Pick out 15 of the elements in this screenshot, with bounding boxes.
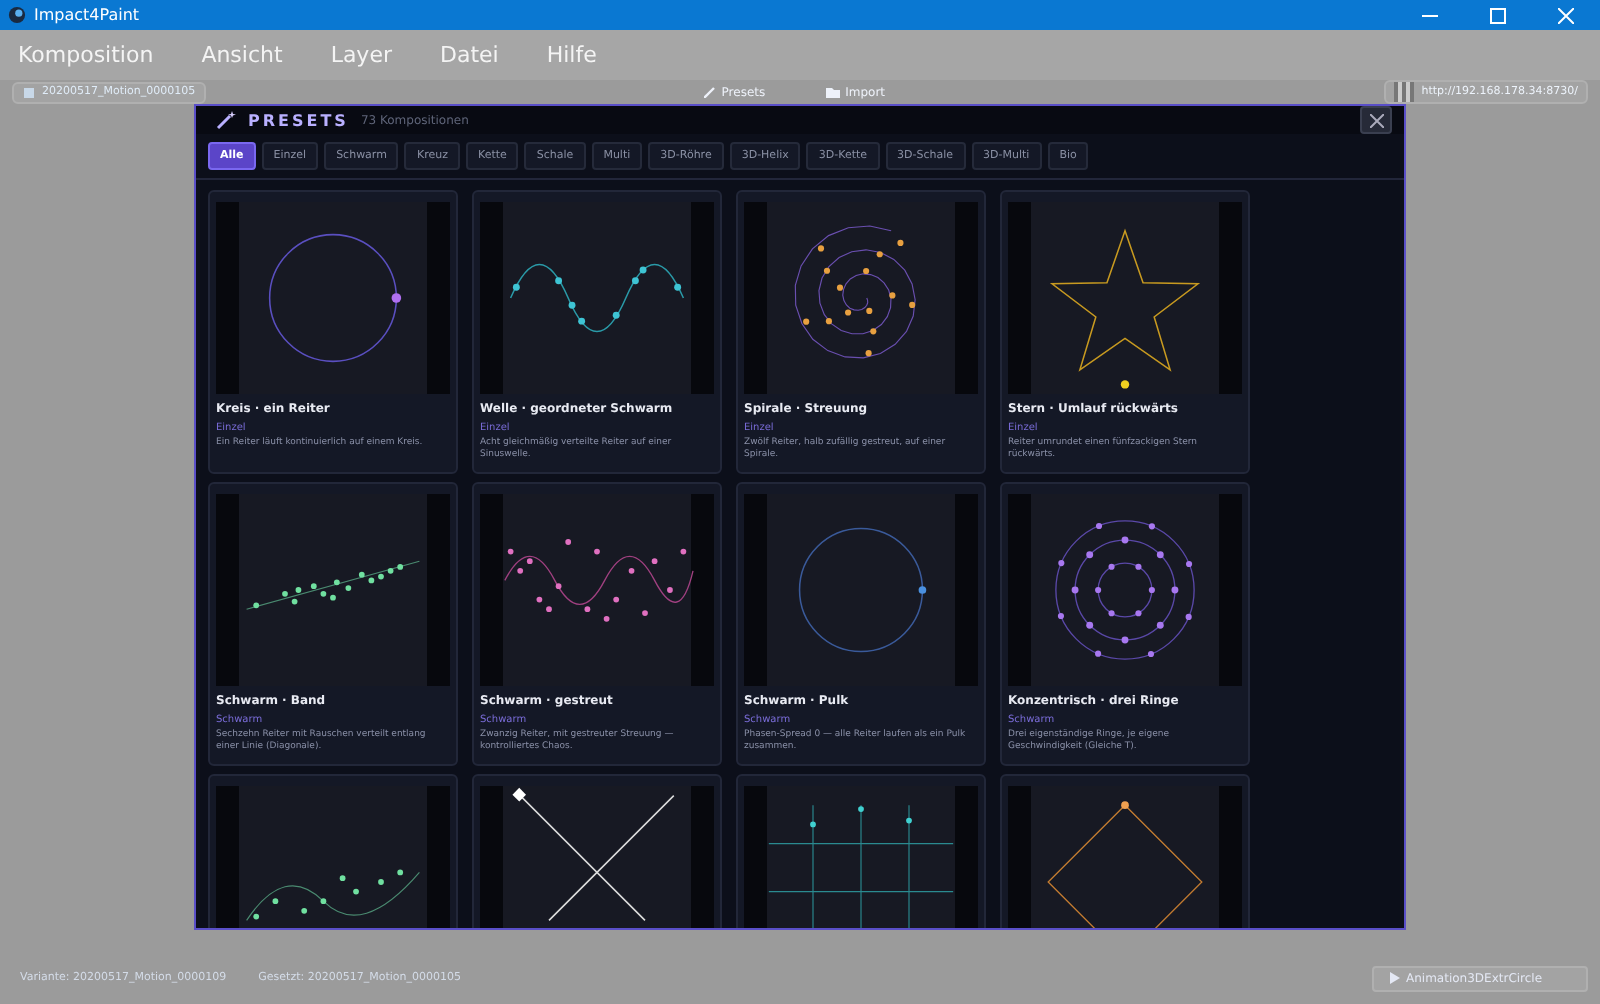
circle-preview-drawing (268, 233, 402, 363)
wand-icon (703, 86, 716, 98)
close-icon (1369, 113, 1383, 127)
dialog-title: PRESETS (248, 111, 349, 129)
folder-icon (825, 86, 840, 98)
play-icon (1390, 972, 1400, 984)
maximize-icon (1490, 7, 1506, 23)
app-logo-icon (8, 6, 26, 24)
window-title: Impact4Paint (34, 6, 140, 24)
close-icon (1558, 7, 1574, 23)
rings-preview-drawing (1055, 520, 1195, 660)
wand-icon (216, 110, 236, 130)
spiral-preview-drawing (794, 225, 916, 359)
close-button[interactable] (1360, 106, 1392, 134)
pulk-preview-drawing (798, 527, 927, 653)
